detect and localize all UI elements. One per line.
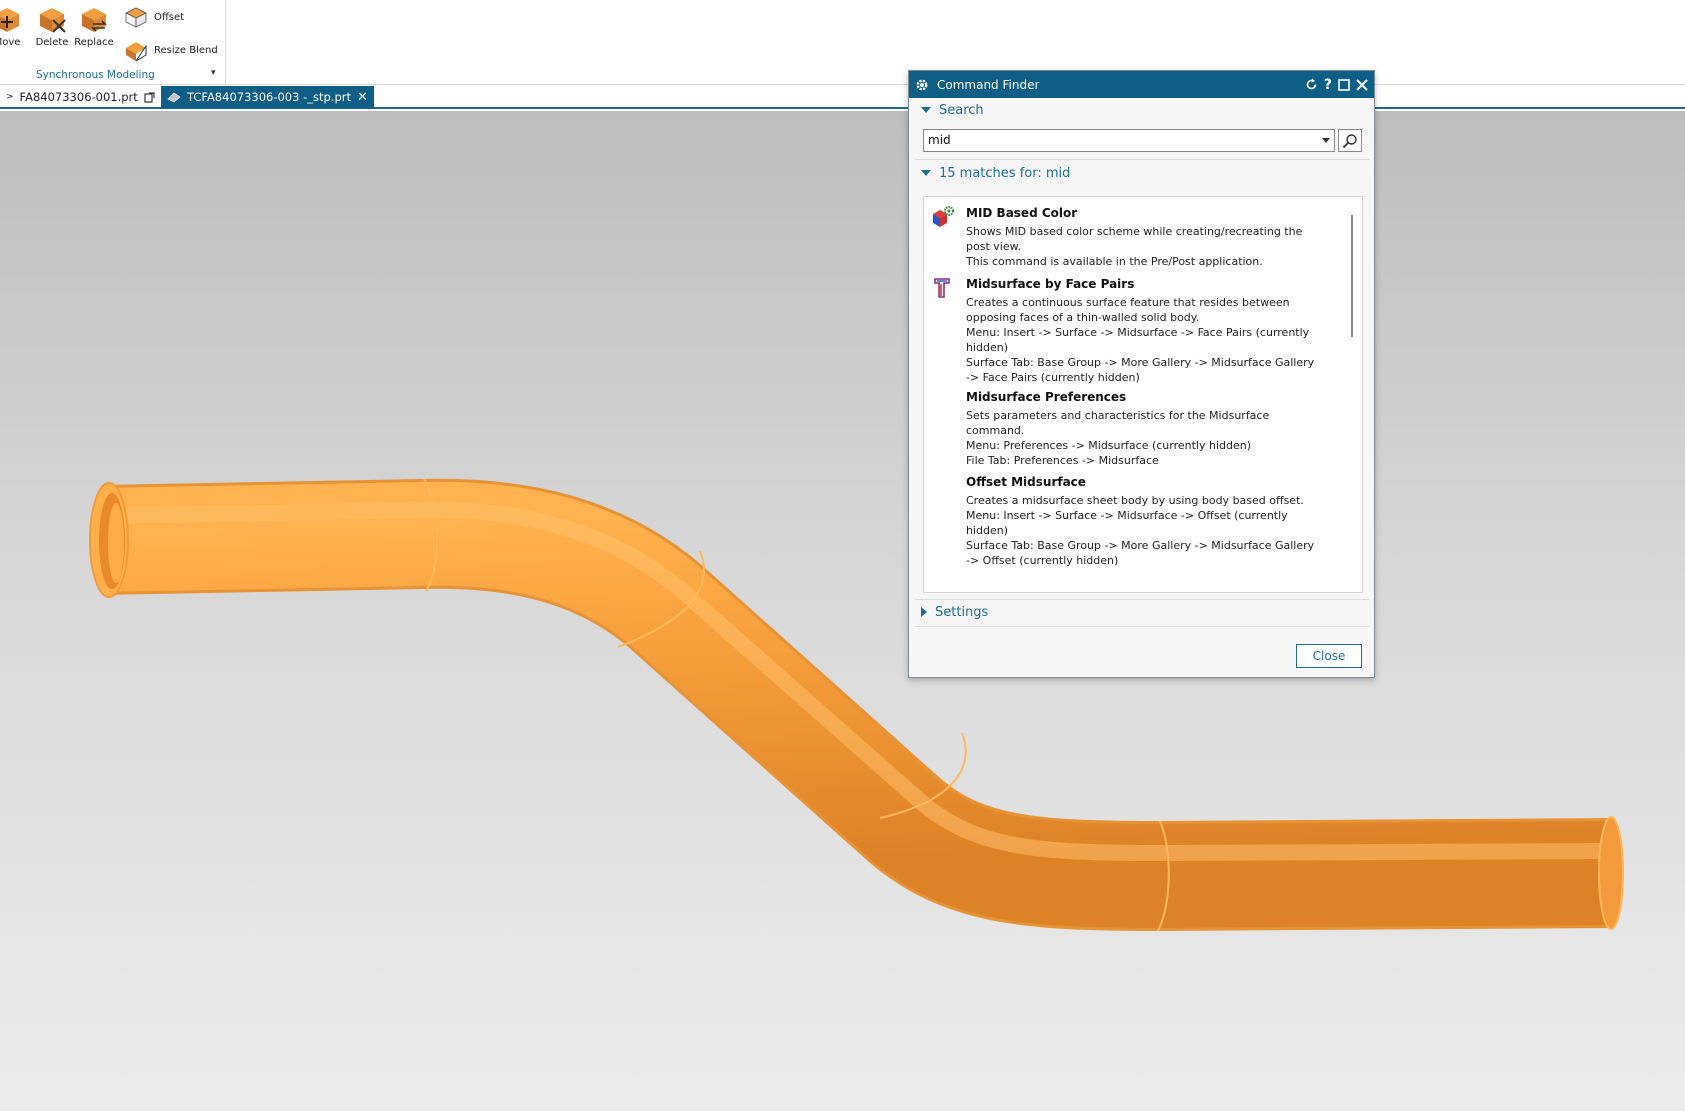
maximize-icon[interactable] [1338,78,1350,91]
resize-blend-icon [126,42,147,62]
close-button[interactable]: Close [1296,644,1362,668]
close-tab-icon[interactable]: ✕ [357,90,368,105]
desc-line: Menu: Insert -> Surface -> Midsurface ->… [966,326,1310,339]
desc-line: This command is available in the Pre/Pos… [966,255,1263,268]
desc-line: Creates a continuous surface feature tha… [966,296,1290,309]
offset-label: Offset [154,11,185,23]
replace-label: Replace [74,37,114,48]
reset-icon[interactable] [1305,78,1318,91]
result-description: Creates a continuous surface feature tha… [966,295,1315,385]
move-button[interactable]: Move [0,4,24,48]
document-tab-bar: > FA84073306-001.prt TCFA84073306-003 -_… [0,85,1685,109]
dropdown-arrow-icon[interactable] [1322,138,1330,143]
search-section-label: Search [939,102,984,118]
section-divider [915,626,1369,627]
list-item[interactable]: MID Based Color Shows MID based color sc… [930,205,1315,269]
group-label: Synchronous Modeling [36,69,155,81]
tab-label: FA84073306-001.prt [19,90,138,104]
search-button[interactable] [1338,129,1362,152]
delete-label: Delete [35,37,69,48]
list-item[interactable]: Midsurface by Face Pairs Creates a conti… [930,276,1315,385]
resize-blend-label: Resize Blend [154,44,218,56]
ribbon-group-separator [225,0,226,84]
collapse-triangle-icon [921,170,931,176]
search-input[interactable]: mid [923,129,1335,152]
gear-icon [916,79,928,90]
result-description: Shows MID based color scheme while creat… [966,224,1315,269]
help-icon[interactable]: ? [1324,77,1332,93]
desc-line: -> Face Pairs (currently hidden) [966,371,1140,384]
desc-line: Sets parameters and characteristics for … [966,409,1270,422]
desc-line: post view. [966,240,1022,253]
pipe-model[interactable] [0,111,1685,1111]
section-divider [915,159,1369,160]
result-name: Midsurface Preferences [966,390,1127,404]
desc-line: hidden) [966,341,1009,354]
tab-label: TCFA84073306-003 -_stp.prt [187,90,351,104]
desc-line: Surface Tab: Base Group -> More Gallery … [966,356,1315,369]
replace-face-icon [82,8,107,32]
result-description: Sets parameters and characteristics for … [966,408,1315,468]
command-finder-dialog: Command Finder ? Search mid 15 matches f… [908,70,1375,678]
list-item[interactable]: Midsurface Preferences Sets parameters a… [930,389,1315,468]
results-list[interactable]: MID Based Color Shows MID based color sc… [923,196,1363,593]
results-scrollbar[interactable] [1351,215,1353,337]
results-header-label: 15 matches for: mid [939,165,1071,181]
move-label: Move [0,37,21,48]
desc-line: Creates a midsurface sheet body by using… [966,494,1304,507]
delete-face-icon [40,8,66,33]
replace-button[interactable]: Replace [72,4,116,48]
results-section-header[interactable]: 15 matches for: mid [909,161,1374,185]
desc-line: Menu: Insert -> Surface -> Midsurface ->… [966,509,1288,522]
tab-arrow-icon: > [6,92,14,102]
desc-line: Menu: Preferences -> Midsurface (current… [966,439,1252,452]
close-icon[interactable] [1356,78,1368,91]
move-face-icon [0,8,19,32]
desc-line: Shows MID based color scheme while creat… [966,225,1303,238]
list-item[interactable]: Offset Midsurface Creates a midsurface s… [930,474,1315,568]
section-divider [915,599,1369,600]
offset-region-button[interactable]: Offset [124,6,184,28]
desc-line: Surface Tab: Base Group -> More Gallery … [966,539,1315,552]
search-row: mid [923,129,1363,153]
offset-region-icon [125,7,147,28]
external-window-icon[interactable] [144,91,155,103]
midsurface-face-pairs-icon [934,278,950,298]
settings-section-header[interactable]: Settings [909,601,1374,623]
tab-fa84073306-001[interactable]: > FA84073306-001.prt [0,86,161,108]
ribbon: Move Delete Replace Offset Resize Blend … [0,0,1685,85]
collapse-triangle-icon [921,107,931,113]
desc-line: -> Offset (currently hidden) [966,554,1119,567]
result-name: Midsurface by Face Pairs [966,277,1135,291]
expand-triangle-icon [921,607,927,617]
result-name: MID Based Color [966,206,1078,220]
group-expander-icon[interactable]: ▾ [211,68,216,78]
dialog-title-bar[interactable]: Command Finder ? [909,71,1374,98]
dialog-title: Command Finder [937,77,1040,92]
result-name: Offset Midsurface [966,475,1086,489]
desc-line: hidden) [966,524,1009,537]
desc-line: command. [966,424,1025,437]
result-description: Creates a midsurface sheet body by using… [966,493,1315,568]
search-icon [1342,133,1357,148]
desc-line: File Tab: Preferences -> Midsurface [966,454,1159,467]
graphics-viewport[interactable] [0,111,1685,1111]
desc-line: opposing faces of a thin-walled solid bo… [966,311,1200,324]
resize-blend-button[interactable]: Resize Blend [124,38,218,62]
tab-tcfa84073306-003[interactable]: TCFA84073306-003 -_stp.prt ✕ [161,86,374,108]
delete-button[interactable]: Delete [32,4,72,48]
settings-section-label: Settings [935,604,989,620]
mid-color-icon [933,206,954,227]
part-file-icon [167,92,181,103]
search-value: mid [928,133,951,147]
search-section-header[interactable]: Search [909,98,1374,122]
